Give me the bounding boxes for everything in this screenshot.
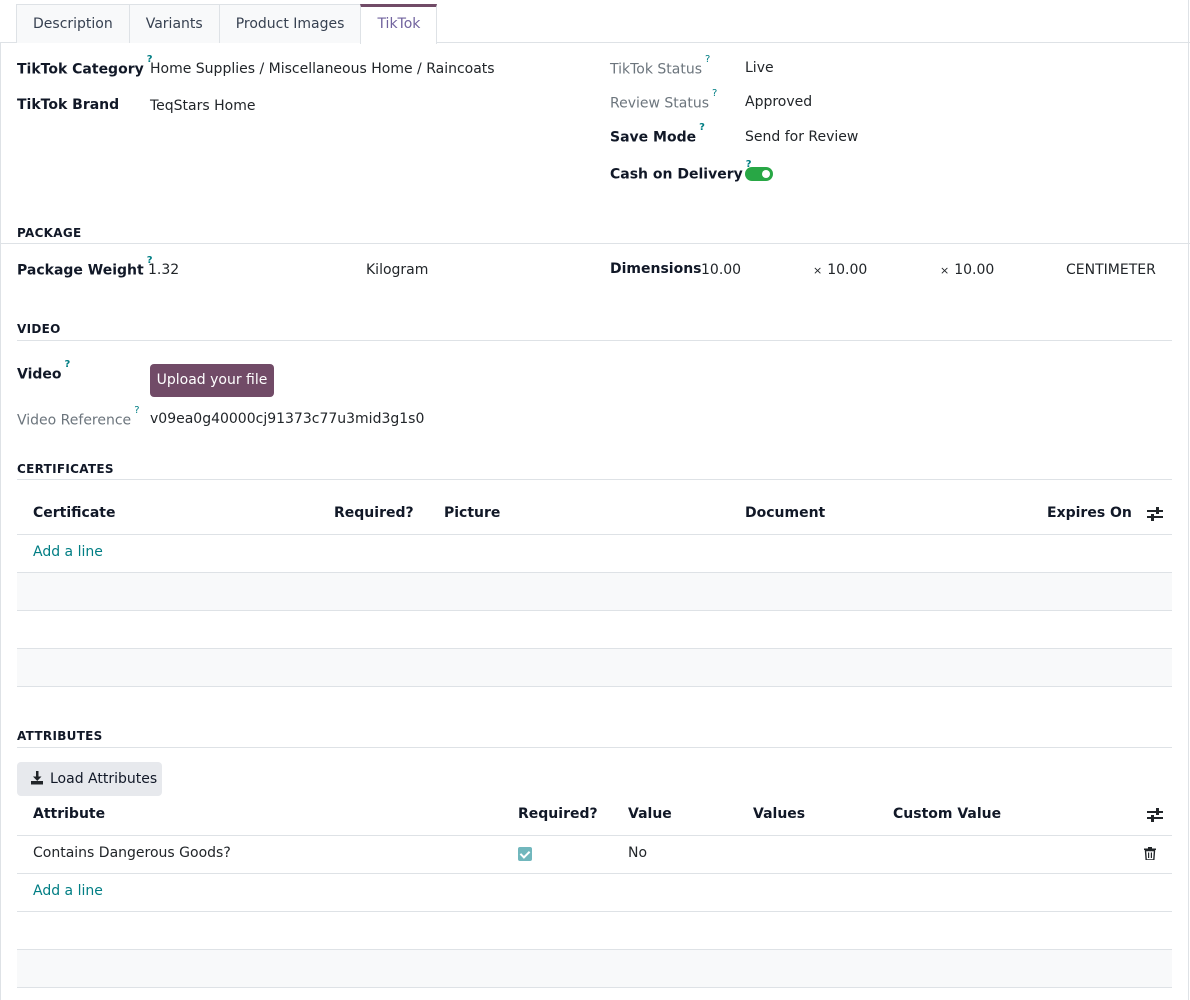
tab-tiktok[interactable]: TikTok [360,4,438,44]
certificates-divider [17,479,1172,480]
times-sign: × [940,264,950,277]
certificates-section-title: CERTIFICATES [17,462,114,476]
video-reference-value: v09ea0g40000cj91373c77u3mid3g1s0 [150,411,425,427]
tiktok-status-label-text: TikTok Status [610,61,703,78]
dimension-length[interactable]: 10.00 [701,262,741,278]
tiktok-category-label: TikTok Category? [17,54,153,78]
attributes-divider [17,747,1172,748]
review-status-value: Approved [745,94,813,110]
notebook-tabs: Description Variants Product Images TikT… [16,4,438,44]
cash-on-delivery-label-text: Cash on Delivery [610,166,743,183]
video-reference-label: Video Reference? [17,405,140,429]
tab-product-images[interactable]: Product Images [218,4,361,43]
load-attributes-button[interactable]: Load Attributes [17,762,162,796]
row-divider [17,987,1172,988]
empty-row [17,950,1172,988]
attribute-name-cell[interactable]: Contains Dangerous Goods? [33,845,231,861]
row-divider [17,686,1172,687]
package-section-title: PACKAGE [17,226,82,240]
review-status-label-text: Review Status [610,95,710,112]
column-header-custom-value[interactable]: Custom Value [893,806,1001,822]
trash-icon[interactable] [1144,847,1156,860]
dimension-width-field[interactable]: × 10.00 [813,262,867,278]
tiktok-status-label: TikTok Status? [610,54,710,78]
save-mode-label: Save Mode? [610,122,705,146]
row-divider [17,610,1172,611]
tab-description[interactable]: Description [16,4,129,43]
column-header-expires-on[interactable]: Expires On [1047,505,1132,521]
video-label-text: Video [17,366,62,383]
column-header-attribute[interactable]: Attribute [33,806,105,822]
help-icon[interactable]: ? [134,405,139,416]
column-header-values[interactable]: Values [753,806,805,822]
video-label: Video? [17,359,70,383]
package-weight-unit[interactable]: Kilogram [366,262,428,278]
help-icon[interactable]: ? [65,359,71,370]
tiktok-brand-value[interactable]: TeqStars Home [150,98,255,114]
download-icon [31,771,43,785]
row-divider [17,873,1172,874]
certificates-header-divider [17,534,1172,535]
tiktok-status-value: Live [745,60,774,76]
package-weight-value[interactable]: 1.32 [148,262,179,278]
load-attributes-label: Load Attributes [50,771,158,787]
upload-file-button[interactable]: Upload your file [150,364,274,397]
tiktok-tab-page: Description Variants Product Images TikT… [0,0,1190,1000]
row-divider [17,911,1172,912]
certificates-add-line[interactable]: Add a line [33,544,103,560]
video-reference-label-text: Video Reference [17,412,132,429]
help-icon[interactable]: ? [712,88,717,99]
save-mode-value[interactable]: Send for Review [745,129,858,145]
column-header-value[interactable]: Value [628,806,672,822]
required-checkbox [518,847,532,861]
video-section-title: VIDEO [17,322,61,336]
save-mode-label-text: Save Mode [610,129,697,146]
attributes-add-line[interactable]: Add a line [33,883,103,899]
dimension-height[interactable]: 10.00 [954,262,994,278]
help-icon[interactable]: ? [699,122,705,133]
empty-row [17,573,1172,611]
dimension-height-field[interactable]: × 10.00 [940,262,994,278]
attribute-value-cell[interactable]: No [628,845,647,861]
package-divider [0,243,1190,244]
frame-border-right [1188,0,1189,1000]
dimension-unit[interactable]: CENTIMETER [1066,262,1156,278]
review-status-label: Review Status? [610,88,717,112]
column-header-picture[interactable]: Picture [444,505,500,521]
dimensions-label: Dimensions [610,261,702,277]
package-weight-label: Package Weight? [17,255,153,279]
column-header-required[interactable]: Required? [518,806,598,822]
dimension-width[interactable]: 10.00 [827,262,867,278]
times-sign: × [813,264,823,277]
package-weight-label-text: Package Weight [17,262,144,279]
attributes-section-title: ATTRIBUTES [17,729,103,743]
tiktok-category-label-text: TikTok Category [17,61,144,78]
help-icon[interactable]: ? [705,54,710,65]
empty-row [17,649,1172,687]
column-header-document[interactable]: Document [745,505,825,521]
cash-on-delivery-label: Cash on Delivery? [610,159,752,183]
frame-border-left [0,42,1,1000]
optional-columns-icon[interactable] [1147,507,1163,521]
tiktok-brand-label: TikTok Brand [17,97,120,113]
attributes-header-divider [17,835,1172,836]
tab-variants[interactable]: Variants [128,4,219,43]
optional-columns-icon[interactable] [1147,808,1163,822]
tiktok-category-value[interactable]: Home Supplies / Miscellaneous Home / Rai… [150,61,495,77]
column-header-required[interactable]: Required? [334,505,414,521]
cash-on-delivery-toggle[interactable] [745,167,773,181]
column-header-certificate[interactable]: Certificate [33,505,115,521]
video-divider [17,340,1172,341]
